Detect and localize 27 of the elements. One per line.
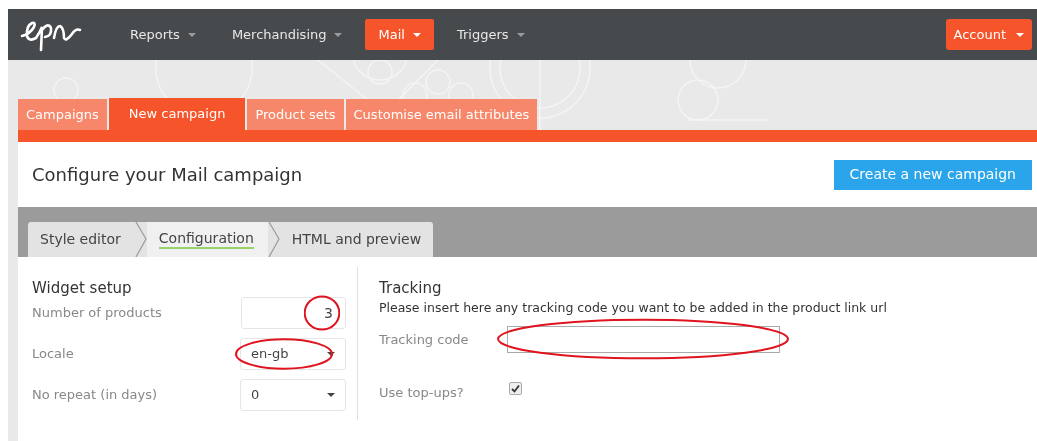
select-dropdown[interactable]: 0 xyxy=(240,379,346,411)
nav-menu-item[interactable]: Merchandising xyxy=(218,19,356,50)
caret-icon xyxy=(327,351,335,357)
page-title: Configure your Mail campaign xyxy=(32,163,303,187)
step-tab[interactable]: Configuration xyxy=(146,222,268,257)
caret-icon xyxy=(327,392,335,398)
select-dropdown[interactable]: en-gb xyxy=(240,338,346,370)
section-title: Widget setup xyxy=(32,279,133,297)
caret-icon xyxy=(187,32,196,37)
caret-icon xyxy=(516,32,525,37)
section-title: Tracking xyxy=(379,279,443,297)
step-tab[interactable]: Style editor xyxy=(28,222,135,257)
text-input[interactable] xyxy=(507,325,780,353)
field-label: Tracking code xyxy=(379,330,470,349)
section-description: Please insert here any tracking code you want to be added in the product link url xyxy=(379,299,888,317)
field-label: No repeat (in days) xyxy=(32,386,158,405)
checkbox[interactable] xyxy=(509,382,522,395)
nav-menu-item[interactable]: Reports xyxy=(117,19,209,50)
caret-icon xyxy=(412,32,421,37)
number-input[interactable]: 3 xyxy=(241,297,346,329)
caret-icon xyxy=(1016,32,1024,37)
caret-icon xyxy=(334,32,343,37)
field-label: Locale xyxy=(32,345,74,364)
field-label: Number of products xyxy=(32,304,162,323)
nav-menu-item[interactable]: Triggers xyxy=(443,19,538,50)
step-tab[interactable]: HTML and preview xyxy=(279,222,434,257)
field-label: Use top-ups? xyxy=(379,383,465,402)
